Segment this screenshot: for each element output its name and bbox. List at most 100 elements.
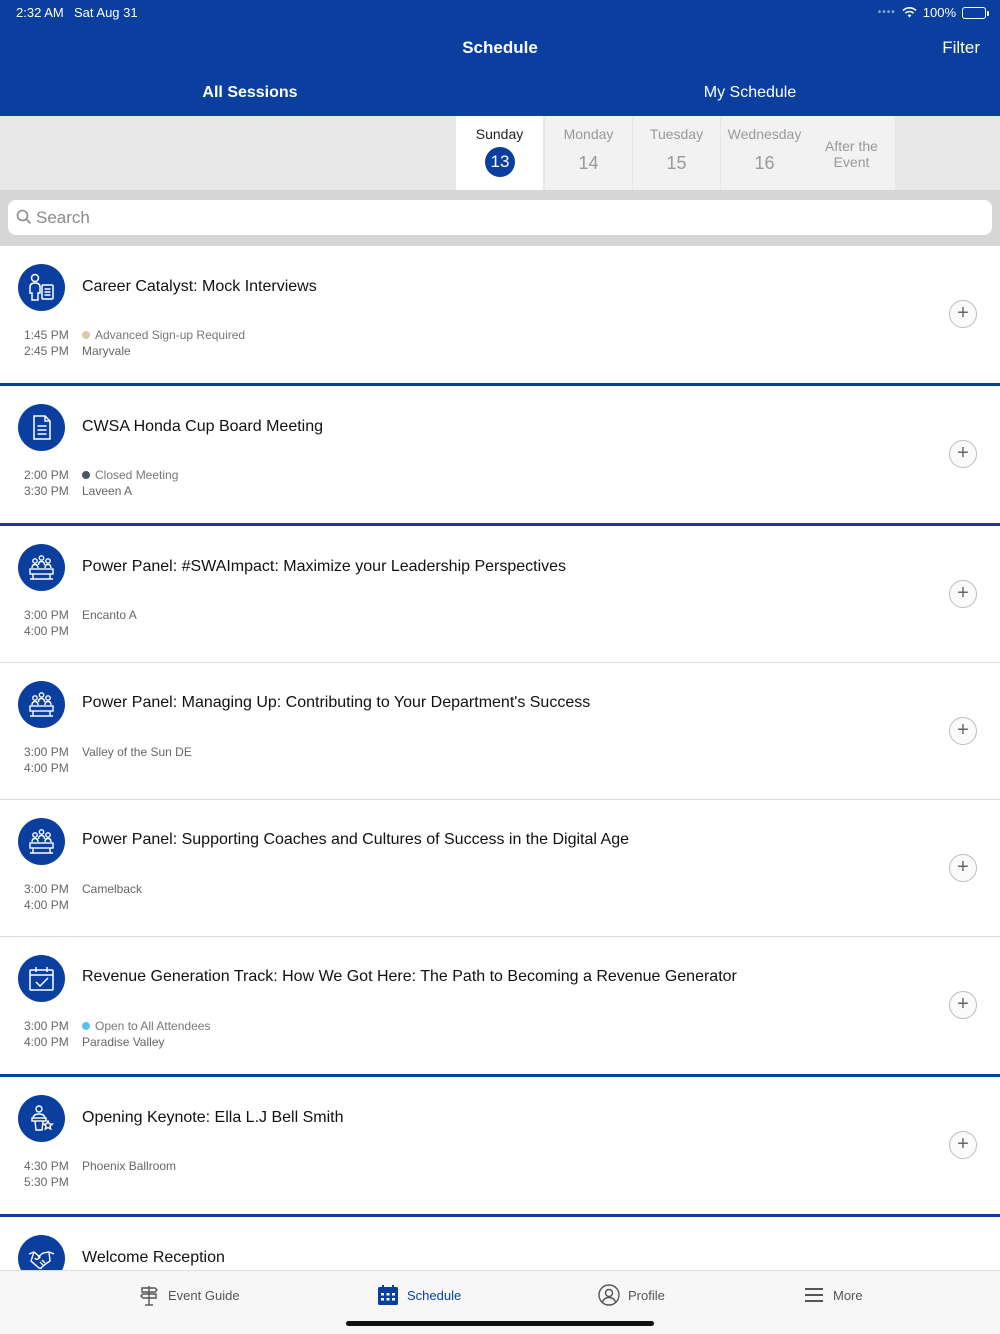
panel-icon	[18, 818, 65, 865]
tab-profile[interactable]: Profile	[598, 1284, 665, 1306]
day-number: 15	[666, 153, 687, 173]
add-to-schedule-button[interactable]: +	[949, 991, 977, 1019]
session-start-time: 4:30 PM	[24, 1159, 69, 1173]
session-location: Phoenix Ballroom	[82, 1159, 177, 1173]
cellular-icon: ••••	[877, 7, 896, 18]
add-to-schedule-button[interactable]: +	[949, 717, 977, 745]
day-monday[interactable]: Monday 14	[545, 116, 632, 190]
session-title: Power Panel: Supporting Coaches and Cult…	[82, 831, 629, 848]
session-end-time: 3:30 PM	[24, 484, 69, 498]
search-bar-container	[0, 190, 1000, 246]
session-title: Power Panel: #SWAImpact: Maximize your L…	[82, 558, 567, 575]
day-name: Tuesday	[649, 126, 704, 142]
session-start-time: 3:00 PM	[24, 1019, 69, 1033]
tab-my-schedule[interactable]: My Schedule	[500, 84, 1000, 102]
session-list: Career Catalyst: Mock Interviews 1:45 PM…	[0, 246, 1000, 1334]
day-name: Monday	[563, 126, 614, 142]
tag-label: Open to All Attendees	[95, 1019, 211, 1033]
status-bar: 2:32 AM Sat Aug 31 •••• 100%	[16, 5, 989, 20]
page-title: Schedule	[462, 38, 538, 57]
day-name: After the Event	[825, 138, 878, 170]
session-location: Valley of the Sun DE	[82, 745, 192, 759]
tab-label: Profile	[628, 1287, 665, 1303]
tag-dot	[82, 471, 90, 479]
session-start-time: 1:45 PM	[24, 328, 69, 342]
session-item[interactable]: Revenue Generation Track: How We Got Her…	[0, 937, 1000, 1077]
calendar-check-icon	[18, 955, 65, 1002]
session-tag: Closed Meeting	[82, 468, 178, 482]
session-tag: Open to All Attendees	[82, 1019, 210, 1033]
panel-icon	[18, 544, 65, 591]
battery-percent: 100%	[922, 5, 956, 20]
tab-schedule[interactable]: Schedule	[377, 1284, 461, 1306]
session-item[interactable]: Career Catalyst: Mock Interviews 1:45 PM…	[0, 246, 1000, 386]
top-bar: 2:32 AM Sat Aug 31 •••• 100% Schedule Fi…	[0, 0, 1000, 116]
session-title: Welcome Reception	[82, 1249, 225, 1266]
tab-label: Event Guide	[168, 1287, 240, 1303]
add-to-schedule-button[interactable]: +	[949, 440, 977, 468]
signpost-icon	[140, 1286, 158, 1306]
session-end-time: 4:00 PM	[24, 898, 69, 912]
session-location: Encanto A	[82, 608, 137, 622]
session-start-time: 3:00 PM	[24, 608, 69, 622]
session-title: Opening Keynote: Ella L.J Bell Smith	[82, 1109, 344, 1126]
session-end-time: 4:00 PM	[24, 761, 69, 775]
tag-dot	[82, 331, 90, 339]
tab-more[interactable]: More	[803, 1284, 863, 1306]
tab-label: Schedule	[407, 1287, 462, 1303]
session-location: Camelback	[82, 882, 143, 896]
session-title: CWSA Honda Cup Board Meeting	[82, 418, 324, 435]
status-time: 2:32 AM	[16, 5, 64, 20]
profile-icon	[598, 1284, 620, 1306]
panel-icon	[18, 681, 65, 728]
filter-button[interactable]: Filter	[942, 38, 980, 58]
tag-dot	[82, 1022, 90, 1030]
session-title: Revenue Generation Track: How We Got Her…	[82, 968, 737, 985]
session-location: Maryvale	[82, 344, 131, 358]
day-wednesday[interactable]: Wednesday 16	[721, 116, 808, 190]
interview-icon	[18, 264, 65, 311]
day-number: 16	[754, 153, 775, 173]
document-icon	[18, 404, 65, 451]
session-end-time: 2:45 PM	[24, 344, 69, 358]
day-number: 13	[485, 147, 515, 177]
tab-bar: Event Guide Schedule Profile More	[0, 1270, 1000, 1334]
session-start-time: 2:00 PM	[24, 468, 69, 482]
session-end-time: 4:00 PM	[24, 1035, 69, 1049]
tag-label: Advanced Sign-up Required	[95, 328, 246, 342]
add-to-schedule-button[interactable]: +	[949, 854, 977, 882]
wifi-icon	[902, 7, 917, 18]
home-indicator	[346, 1321, 654, 1326]
day-sunday[interactable]: Sunday 13	[456, 116, 543, 190]
add-to-schedule-button[interactable]: +	[949, 300, 977, 328]
session-item[interactable]: CWSA Honda Cup Board Meeting 2:00 PM 3:3…	[0, 386, 1000, 526]
session-item[interactable]: Opening Keynote: Ella L.J Bell Smith 4:3…	[0, 1077, 1000, 1217]
tab-all-sessions[interactable]: All Sessions	[0, 84, 500, 102]
day-name: Sunday	[475, 126, 524, 142]
search-bar[interactable]	[8, 200, 992, 235]
tag-label: Closed Meeting	[95, 468, 179, 482]
session-start-time: 3:00 PM	[24, 882, 69, 896]
add-to-schedule-button[interactable]: +	[949, 580, 977, 608]
tab-event-guide[interactable]: Event Guide	[138, 1284, 240, 1306]
session-item[interactable]: Power Panel: #SWAImpact: Maximize your L…	[0, 526, 1000, 663]
session-end-time: 5:30 PM	[24, 1175, 69, 1189]
menu-icon	[805, 1288, 823, 1302]
session-item[interactable]: Power Panel: Managing Up: Contributing t…	[0, 663, 1000, 800]
session-location: Paradise Valley	[82, 1035, 165, 1049]
keynote-icon	[18, 1095, 65, 1142]
day-tuesday[interactable]: Tuesday 15	[633, 116, 720, 190]
session-title: Career Catalyst: Mock Interviews	[82, 278, 317, 295]
day-after-event[interactable]: After the Event	[808, 116, 895, 190]
session-item[interactable]: Power Panel: Supporting Coaches and Cult…	[0, 800, 1000, 937]
add-to-schedule-button[interactable]: +	[949, 1131, 977, 1159]
day-selector: Sunday 13 Monday 14 Tuesday 15 Wednesday…	[0, 116, 1000, 190]
day-number: 14	[578, 153, 599, 173]
session-location: Laveen A	[82, 484, 133, 498]
session-start-time: 3:00 PM	[24, 745, 69, 759]
battery-icon	[962, 6, 989, 19]
status-date: Sat Aug 31	[74, 5, 138, 20]
tab-label: More	[833, 1287, 863, 1303]
session-tag: Advanced Sign-up Required	[82, 328, 245, 342]
search-input[interactable]	[36, 200, 976, 235]
